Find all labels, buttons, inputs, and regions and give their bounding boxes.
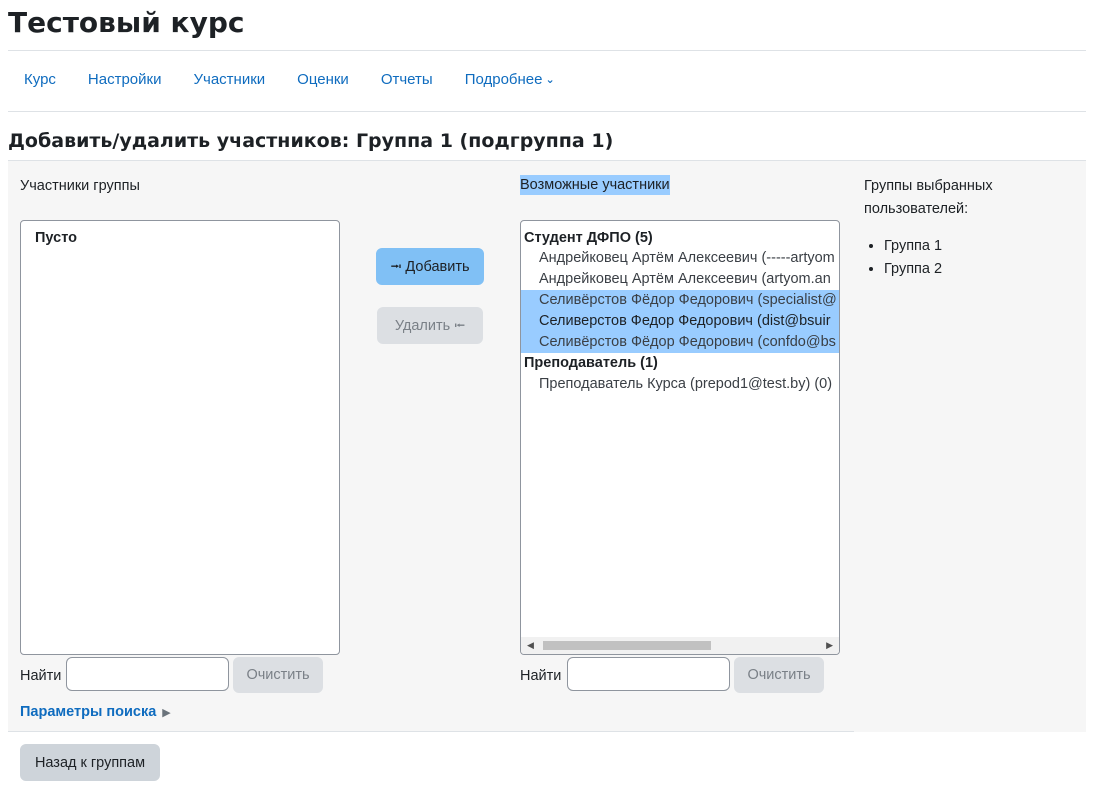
divider [8, 50, 1086, 51]
search-params-label: Параметры поиска [20, 704, 157, 720]
page-heading: Добавить/удалить участников: Группа 1 (п… [8, 130, 614, 152]
members-clear-button[interactable]: Очистить [233, 657, 323, 693]
user-groups-list: Группа 1 Группа 2 [864, 235, 942, 281]
potential-search-label: Найти [520, 668, 562, 684]
scrollbar-thumb[interactable] [543, 641, 711, 650]
nav-item-reports[interactable]: Отчеты [365, 62, 449, 98]
members-search-input[interactable] [66, 657, 229, 691]
list-item[interactable]: Селивёрстов Фёдор Федорович (specialist@ [521, 290, 839, 311]
potential-label: Возможные участники [520, 175, 670, 195]
list-item: Группа 2 [884, 258, 942, 281]
course-nav: Курс Настройки Участники Оценки Отчеты П… [8, 62, 571, 98]
nav-item-more[interactable]: Подробнее ⌄ [449, 62, 571, 98]
potential-search-input[interactable] [567, 657, 730, 691]
add-button[interactable]: ⭲ Добавить [376, 248, 484, 285]
group-members-panel: Участники группы Пусто Найти Очистить ⭲ … [8, 160, 1086, 732]
members-empty-label: Пусто [35, 230, 77, 246]
nav-item-participants[interactable]: Участники [177, 62, 281, 98]
scroll-left-icon[interactable]: ◀ [527, 638, 534, 653]
divider [8, 731, 854, 732]
list-item[interactable]: Преподаватель Курса (prepod1@test.by) (0… [521, 374, 839, 395]
horizontal-scrollbar[interactable]: ◀ ▶ [521, 637, 839, 654]
members-search-label: Найти [20, 668, 62, 684]
potential-group-label: Студент ДФПО (5) [524, 230, 653, 246]
list-item[interactable]: Селивёрстов Фёдор Федорович (confdo@bs [521, 332, 839, 353]
scroll-right-icon[interactable]: ▶ [826, 638, 833, 653]
list-item[interactable]: Андрейковец Артём Алексеевич (-----artyo… [521, 248, 839, 269]
list-item[interactable]: Селиверстов Федор Федорович (dist@bsuir [521, 311, 839, 332]
search-params-link[interactable]: Параметры поиска ▶ [20, 702, 171, 723]
potential-clear-button[interactable]: Очистить [734, 657, 824, 693]
members-label: Участники группы [20, 178, 140, 194]
nav-item-grades[interactable]: Оценки [281, 62, 365, 98]
divider [8, 111, 1086, 112]
potential-listbox[interactable]: Студент ДФПО (5) Андрейковец Артём Алекс… [520, 220, 840, 655]
list-item: Группа 1 [884, 235, 942, 258]
list-item[interactable]: Андрейковец Артём Алексеевич (artyom.an [521, 269, 839, 290]
triangle-right-icon: ▶ [162, 707, 171, 719]
nav-more-label: Подробнее [464, 71, 543, 88]
chevron-down-icon: ⌄ [545, 74, 555, 86]
user-groups-label: Группы выбранных пользователей: [864, 178, 993, 217]
course-title: Тестовый курс [8, 6, 245, 39]
remove-button[interactable]: Удалить ⭰ [377, 307, 483, 344]
back-to-groups-button[interactable]: Назад к группам [20, 744, 160, 781]
members-listbox[interactable]: Пусто [20, 220, 340, 655]
nav-item-course[interactable]: Курс [8, 62, 72, 98]
nav-item-settings[interactable]: Настройки [72, 62, 178, 98]
potential-group-label: Преподаватель (1) [524, 355, 658, 371]
